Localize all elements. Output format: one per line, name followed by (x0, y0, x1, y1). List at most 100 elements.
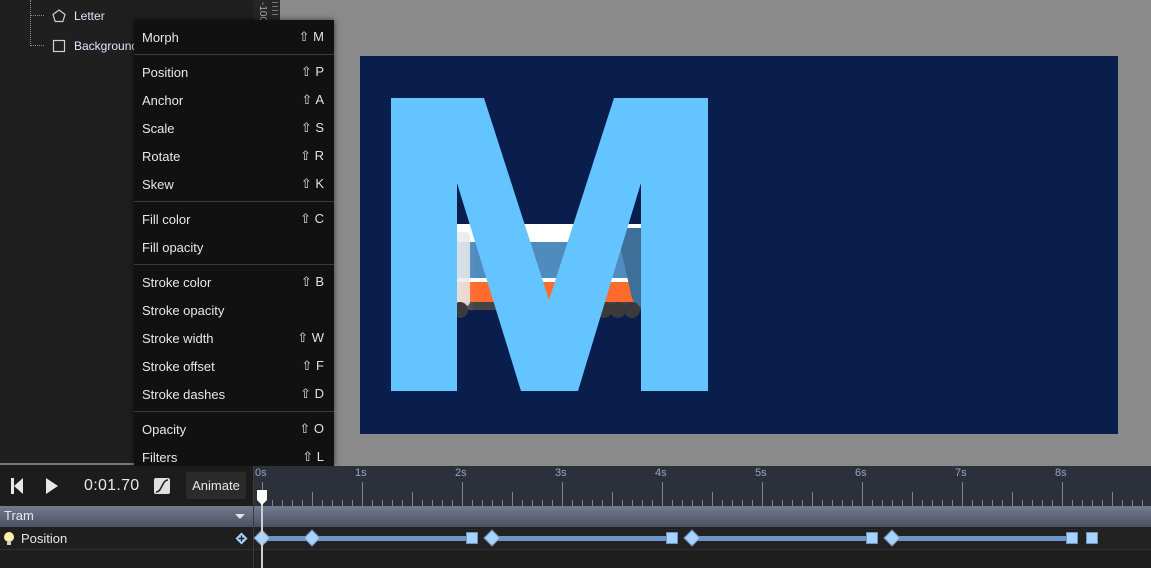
ruler-tick (892, 500, 893, 506)
shortcut-label: ⇧ R (300, 148, 324, 163)
ruler-tick (682, 500, 683, 506)
tick-label: 0s (255, 467, 267, 479)
ruler-tick (942, 500, 943, 506)
keyframe-segment[interactable] (892, 536, 1077, 541)
ruler-tick (1142, 500, 1143, 506)
layer-label: Background (74, 39, 139, 53)
menu-item-morph[interactable]: Morph ⇧ M (134, 24, 334, 50)
add-keyframe-icon[interactable] (235, 532, 248, 545)
ruler-tick (852, 500, 853, 506)
skip-to-start-icon[interactable] (9, 477, 25, 495)
ruler-tick (582, 500, 583, 506)
ruler-tick (642, 500, 643, 506)
tree-line (30, 0, 31, 46)
menu-item-rotate[interactable]: Rotate ⇧ R (134, 143, 334, 169)
track-strip (254, 506, 1151, 527)
ruler-tick (352, 500, 353, 506)
layer-item-letter[interactable]: Letter (52, 6, 105, 26)
menu-item-position[interactable]: Position ⇧ P (134, 59, 334, 85)
ruler-tick (442, 500, 443, 506)
keyframe-square[interactable] (1086, 532, 1098, 544)
tick-label: 4s (655, 467, 667, 479)
ruler-tick (902, 500, 903, 506)
stage-artwork (391, 98, 708, 391)
ruler-tick (452, 500, 453, 506)
layer-item-background[interactable]: Background (52, 36, 138, 56)
ruler-tick (552, 500, 553, 506)
stage-canvas[interactable] (360, 56, 1118, 434)
ruler-tick (1112, 492, 1113, 506)
menu-item-opacity[interactable]: Opacity ⇧ O (134, 416, 334, 442)
track-header[interactable] (0, 506, 254, 527)
menu-item-stroke-dashes[interactable]: Stroke dashes ⇧ D (134, 381, 334, 407)
tick-label: 3s (555, 467, 567, 479)
ruler-tick (832, 500, 833, 506)
ruler-tick (672, 500, 673, 506)
menu-item-stroke-color[interactable]: Stroke color ⇧ B (134, 269, 334, 295)
ruler-tick (1072, 500, 1073, 506)
ruler-tick (382, 500, 383, 506)
menu-item-stroke-width[interactable]: Stroke width ⇧ W (134, 325, 334, 351)
horizontal-scrollbar[interactable] (0, 463, 134, 465)
menu-separator (134, 411, 334, 412)
ruler-tick (522, 500, 523, 506)
menu-item-label: Stroke opacity (142, 302, 225, 318)
keyframe-square[interactable] (1066, 532, 1078, 544)
ruler-tick (662, 482, 663, 506)
shortcut-label: ⇧ B (300, 274, 324, 289)
menu-item-stroke-offset[interactable]: Stroke offset ⇧ F (134, 353, 334, 379)
ruler-tick (492, 500, 493, 506)
keyframe-square[interactable] (466, 532, 478, 544)
ruler-tick (792, 500, 793, 506)
keyframe-segment[interactable] (262, 536, 477, 541)
ruler-tick (972, 500, 973, 506)
menu-item-label: Stroke width (142, 330, 214, 346)
ruler-tick (1022, 500, 1023, 506)
ruler-tick (762, 482, 763, 506)
tick-label: 2s (455, 467, 467, 479)
ruler-tick (1002, 500, 1003, 506)
property-name: Position (21, 531, 68, 546)
play-icon[interactable] (44, 477, 60, 495)
shortcut-label: ⇧ L (302, 449, 324, 464)
ruler-tick (282, 500, 283, 506)
easing-curve-icon[interactable] (153, 477, 171, 495)
menu-item-fill-color[interactable]: Fill color ⇧ C (134, 206, 334, 232)
ruler-tick (1012, 492, 1013, 506)
layer-label: Letter (74, 9, 105, 23)
playhead-handle[interactable] (256, 489, 268, 505)
pentagon-icon (52, 9, 66, 23)
menu-item-scale[interactable]: Scale ⇧ S (134, 115, 334, 141)
menu-item-label: Fill opacity (142, 239, 204, 255)
menu-item-label: Stroke color (142, 274, 212, 290)
menu-item-label: Scale (142, 120, 175, 136)
current-time[interactable]: 0:01.70 (84, 477, 139, 495)
chevron-down-icon[interactable] (235, 514, 245, 519)
ruler-tick (362, 482, 363, 506)
shortcut-label: ⇧ K (300, 176, 324, 191)
keyframe-segment[interactable] (492, 536, 677, 541)
keyframe-square[interactable] (866, 532, 878, 544)
menu-item-anchor[interactable]: Anchor ⇧ A (134, 87, 334, 113)
ruler-tick (752, 500, 753, 506)
tick-label: 1s (355, 467, 367, 479)
menu-item-label: Fill color (142, 211, 191, 227)
keyframe-square[interactable] (666, 532, 678, 544)
animate-button[interactable]: Animate (186, 472, 246, 499)
menu-item-skew[interactable]: Skew ⇧ K (134, 171, 334, 197)
ruler-ticks (272, 2, 278, 18)
lightbulb-icon[interactable] (3, 531, 15, 546)
track-name: Tram (4, 508, 34, 523)
ruler-tick (592, 500, 593, 506)
ruler-tick (742, 500, 743, 506)
keyframe-segment[interactable] (692, 536, 877, 541)
ruler-tick (1092, 500, 1093, 506)
menu-item-fill-opacity[interactable]: Fill opacity (134, 234, 334, 260)
shortcut-label: ⇧ C (300, 211, 324, 226)
menu-item-label: Opacity (142, 421, 187, 437)
ruler-tick (272, 500, 273, 506)
timeline-divider[interactable] (253, 466, 254, 568)
add-animation-menu: Morph ⇧ M Position ⇧ P Anchor ⇧ A Scale ⇧ S Rota… (134, 20, 334, 466)
tree-branch (30, 15, 44, 16)
menu-item-stroke-opacity[interactable]: Stroke opacity (134, 297, 334, 323)
